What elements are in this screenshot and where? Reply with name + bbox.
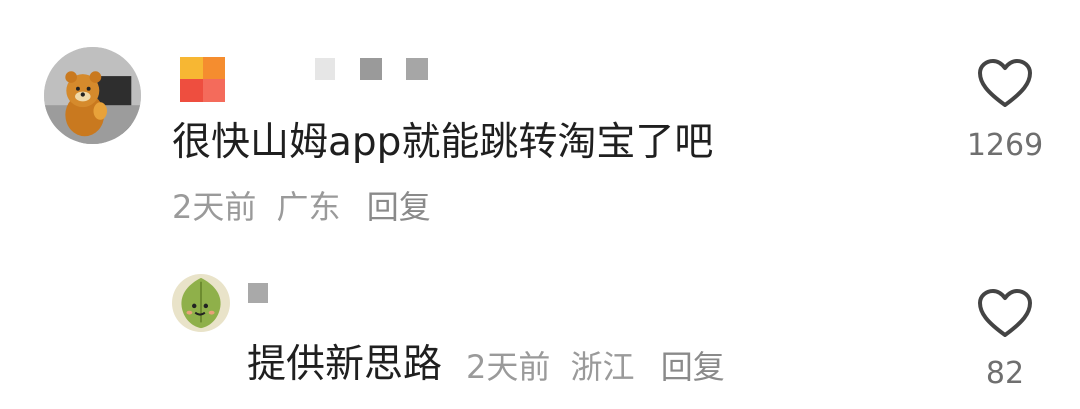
comment-time: 2天前 bbox=[466, 348, 551, 386]
username-pixel-block bbox=[180, 57, 203, 79]
like-button[interactable]: 82 bbox=[960, 288, 1050, 394]
reply-button[interactable]: 回复 bbox=[661, 348, 725, 386]
comment-location: 浙江 bbox=[570, 348, 635, 386]
username-pixel-block bbox=[248, 283, 268, 303]
username-pixel-block bbox=[360, 58, 382, 80]
avatar[interactable] bbox=[172, 274, 230, 332]
like-count: 82 bbox=[985, 356, 1025, 391]
comment-location: 广东 bbox=[276, 188, 341, 226]
comment-meta: 2天前 浙江 回复 bbox=[466, 346, 725, 388]
username-redacted[interactable] bbox=[245, 280, 275, 306]
username-pixel-block bbox=[203, 79, 225, 102]
comment-meta: 2天前 广东 回复 bbox=[172, 186, 431, 228]
username-pixel-block bbox=[406, 58, 428, 80]
avatar[interactable] bbox=[44, 47, 141, 144]
leaf-character-avatar-image bbox=[172, 274, 230, 332]
username-pixel-block bbox=[315, 58, 335, 80]
comment-text: 很快山姆app就能跳转淘宝了吧 bbox=[172, 120, 714, 165]
comment-body: 提供新思路 bbox=[247, 342, 443, 387]
like-count: 1269 bbox=[966, 128, 1044, 163]
like-button[interactable]: 1269 bbox=[960, 58, 1050, 166]
heart-outline-icon bbox=[978, 289, 1032, 337]
bear-avatar-image bbox=[44, 47, 141, 144]
comment-time: 2天前 bbox=[172, 188, 257, 226]
username-pixel-block bbox=[180, 79, 203, 102]
reply-button[interactable]: 回复 bbox=[367, 188, 431, 226]
heart-outline-icon bbox=[978, 59, 1032, 107]
username-redacted[interactable] bbox=[178, 55, 438, 105]
username-pixel-block bbox=[203, 57, 225, 79]
comment-text: 提供新思路 bbox=[247, 340, 442, 390]
